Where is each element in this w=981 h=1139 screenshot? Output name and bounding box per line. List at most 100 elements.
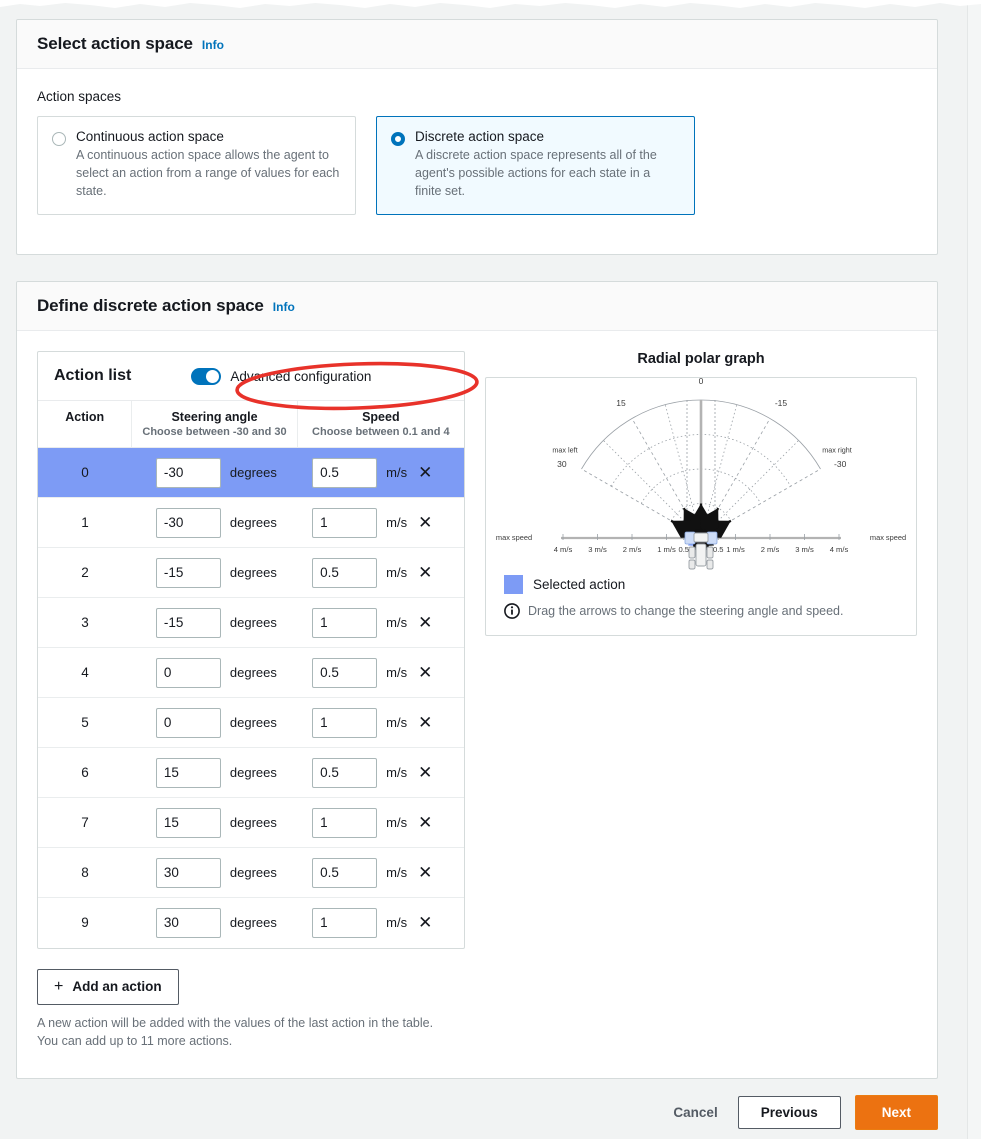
remove-action-icon[interactable]: ✕ (416, 814, 432, 831)
column-header-speed-sub: Choose between 0.1 and 4 (298, 426, 464, 438)
action-spaces-label: Action spaces (37, 89, 917, 104)
info-link-select[interactable]: Info (202, 38, 224, 52)
table-row[interactable]: 7degreesm/s✕ (38, 798, 464, 848)
remove-action-icon[interactable]: ✕ (416, 614, 432, 631)
steering-angle-cell: degrees (132, 498, 297, 548)
table-row[interactable]: 9degreesm/s✕ (38, 898, 464, 948)
polar-speed-tick-label: 0.5 (678, 545, 689, 554)
polar-speed-tick-label: 4 m/s (830, 545, 849, 554)
speed-input[interactable] (312, 608, 377, 638)
info-link-define[interactable]: Info (273, 300, 295, 314)
column-header-speed-text: Speed (298, 410, 464, 424)
steering-unit-label: degrees (230, 615, 277, 630)
cancel-button[interactable]: Cancel (667, 1097, 723, 1128)
radio-icon-continuous[interactable] (52, 132, 66, 146)
section-title: Define discrete action space (37, 296, 264, 316)
steering-angle-input[interactable] (156, 908, 221, 938)
remove-action-icon[interactable]: ✕ (416, 714, 432, 731)
radial-polar-graph-column: Radial polar graph 015-1530-30max leftma… (485, 351, 917, 1051)
radio-icon-discrete[interactable] (391, 132, 405, 146)
column-header-action-text: Action (38, 410, 131, 424)
polar-angle-tick-label: 0 (699, 378, 704, 386)
speed-input[interactable] (312, 508, 377, 538)
table-row[interactable]: 1degreesm/s✕ (38, 498, 464, 548)
table-row[interactable]: 2degreesm/s✕ (38, 548, 464, 598)
remove-action-icon[interactable]: ✕ (416, 514, 432, 531)
polar-angle-tick-label: -15 (775, 398, 788, 408)
steering-unit-label: degrees (230, 465, 277, 480)
remove-action-icon[interactable]: ✕ (416, 664, 432, 681)
graph-hint: Drag the arrows to change the steering a… (486, 594, 916, 635)
steering-angle-input[interactable] (156, 808, 221, 838)
remove-action-icon[interactable]: ✕ (416, 864, 432, 881)
polar-max-speed-right-label: max speed (870, 533, 906, 542)
speed-input[interactable] (312, 908, 377, 938)
radial-polar-graph-plot[interactable]: 015-1530-30max leftmax right4 m/s3 m/s2 … (486, 378, 916, 576)
speed-unit-label: m/s (386, 815, 407, 830)
steering-angle-input[interactable] (156, 558, 221, 588)
steering-unit-label: degrees (230, 915, 277, 930)
speed-cell: m/s✕ (297, 698, 464, 748)
speed-input[interactable] (312, 458, 377, 488)
steering-angle-input[interactable] (156, 758, 221, 788)
steering-angle-input[interactable] (156, 608, 221, 638)
select-action-space-header: Select action space Info (17, 20, 937, 69)
steering-angle-input[interactable] (156, 508, 221, 538)
action-index-cell: 2 (38, 548, 132, 598)
steering-unit-label: degrees (230, 665, 277, 680)
action-index-cell: 5 (38, 698, 132, 748)
define-action-space-header: Define discrete action space Info (17, 282, 937, 331)
remove-action-icon[interactable]: ✕ (416, 914, 432, 931)
table-row[interactable]: 3degreesm/s✕ (38, 598, 464, 648)
table-row[interactable]: 4degreesm/s✕ (38, 648, 464, 698)
add-action-note-line2: You can add up to 11 more actions. (37, 1032, 465, 1051)
column-header-steering-sub: Choose between -30 and 30 (132, 426, 296, 438)
steering-angle-input[interactable] (156, 658, 221, 688)
table-row[interactable]: 8degreesm/s✕ (38, 848, 464, 898)
plus-icon: + (54, 978, 63, 996)
column-header-action: Action (38, 401, 132, 448)
steering-angle-input[interactable] (156, 708, 221, 738)
speed-unit-label: m/s (386, 915, 407, 930)
table-row[interactable]: 0degreesm/s✕ (38, 448, 464, 498)
vehicle-icon (685, 532, 717, 569)
add-action-note-line1: A new action will be added with the valu… (37, 1014, 465, 1033)
speed-input[interactable] (312, 658, 377, 688)
advanced-configuration-toggle-group[interactable]: Advanced configuration (191, 368, 371, 385)
speed-unit-label: m/s (386, 465, 407, 480)
legend-label-selected-action: Selected action (533, 577, 625, 592)
graph-legend: Selected action (486, 575, 916, 594)
add-an-action-button[interactable]: + Add an action (37, 969, 179, 1005)
option-discrete-action-space[interactable]: Discrete action space A discrete action … (376, 116, 695, 215)
option-discrete-description: A discrete action space represents all o… (415, 147, 680, 200)
previous-button[interactable]: Previous (738, 1096, 841, 1129)
remove-action-icon[interactable]: ✕ (416, 464, 432, 481)
column-header-steering: Steering angle Choose between -30 and 30 (132, 401, 297, 448)
page-title: Select action space (37, 34, 193, 54)
polar-speed-tick-label: 0.5 (713, 545, 724, 554)
steering-angle-cell: degrees (132, 898, 297, 948)
table-row[interactable]: 5degreesm/s✕ (38, 698, 464, 748)
page-scrollbar-rail[interactable] (967, 0, 981, 1139)
table-row[interactable]: 6degreesm/s✕ (38, 748, 464, 798)
speed-cell: m/s✕ (297, 498, 464, 548)
speed-input[interactable] (312, 858, 377, 888)
action-space-options: Continuous action space A continuous act… (37, 116, 917, 215)
speed-input[interactable] (312, 558, 377, 588)
action-index-cell: 1 (38, 498, 132, 548)
remove-action-icon[interactable]: ✕ (416, 764, 432, 781)
polar-speed-tick-label: 2 m/s (761, 545, 780, 554)
action-index-cell: 7 (38, 798, 132, 848)
speed-input[interactable] (312, 808, 377, 838)
advanced-configuration-toggle[interactable] (191, 368, 221, 385)
option-continuous-action-space[interactable]: Continuous action space A continuous act… (37, 116, 356, 215)
speed-input[interactable] (312, 708, 377, 738)
speed-input[interactable] (312, 758, 377, 788)
steering-angle-input[interactable] (156, 458, 221, 488)
remove-action-icon[interactable]: ✕ (416, 564, 432, 581)
next-button[interactable]: Next (855, 1095, 938, 1130)
speed-cell: m/s✕ (297, 648, 464, 698)
steering-angle-input[interactable] (156, 858, 221, 888)
speed-cell: m/s✕ (297, 548, 464, 598)
polar-max-speed-left-label: max speed (496, 533, 532, 542)
